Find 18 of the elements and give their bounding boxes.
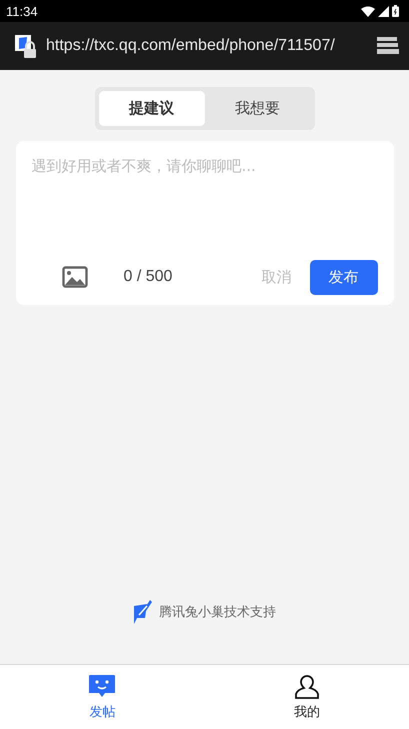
wifi-icon xyxy=(361,6,375,16)
publish-button[interactable]: 发布 xyxy=(310,260,378,294)
tabs-stack-icon[interactable] xyxy=(377,37,399,55)
tab[interactable]: 提建议 xyxy=(98,91,204,126)
smiley-chat-icon xyxy=(88,674,116,700)
post-editor[interactable]: 遇到好用或者不爽，请你聊聊吧... 0 / 500 取消 发布 xyxy=(16,141,394,305)
signal-icon xyxy=(378,6,389,16)
image-icon[interactable] xyxy=(62,266,88,288)
credit-text: 腾讯兔小巢技术支持 xyxy=(159,604,276,621)
nav-tab[interactable]: 我的 xyxy=(204,665,409,729)
char-counter: 0 / 500 xyxy=(124,268,172,286)
url-text[interactable]: https://txc.qq.com/embed/phone/711507/ xyxy=(46,37,370,55)
tab[interactable]: 我想要 xyxy=(204,91,310,126)
person-icon xyxy=(294,674,319,700)
status-time: 11:34 xyxy=(6,4,38,18)
battery-icon xyxy=(392,5,399,17)
nav-tab[interactable]: 发帖 xyxy=(0,665,204,729)
site-lock-icon xyxy=(15,33,39,59)
